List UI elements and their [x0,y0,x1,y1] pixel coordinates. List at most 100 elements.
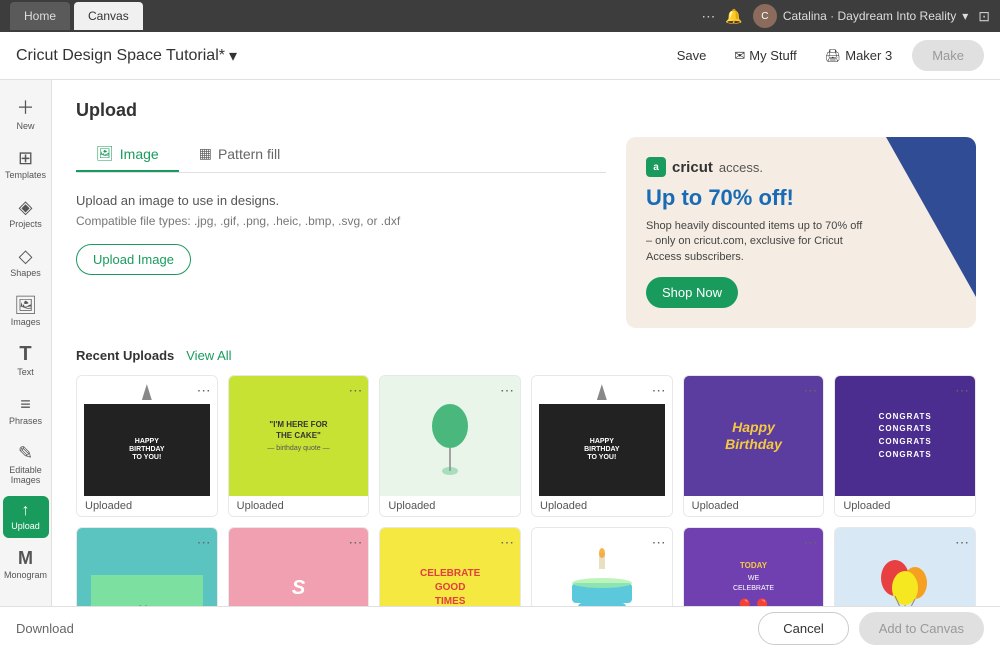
image-tab-label: Image [120,146,159,162]
pattern-tab-icon: ▦ [199,145,212,162]
user-name: Catalina · Daydream Into Reality [783,9,956,23]
make-button[interactable]: Make [912,40,984,71]
item-menu-8[interactable]: ⋯ [348,534,362,551]
more-icon[interactable]: ⋯ [701,8,715,25]
upload-item-2[interactable]: ⋯ "I'M HERE FORTHE CAKE" — birthday quot… [228,375,370,517]
upload-thumb-9: ⋯ celebrategoodtimes [380,528,520,606]
sidebar-label-upload: Upload [11,522,40,532]
monogram-icon: M [18,548,33,569]
sidebar-label-editable-images: Editable Images [7,466,45,486]
projects-icon: ◈ [19,197,33,218]
promo-headline: Up to 70% off! [646,185,956,211]
bottom-bar-right: Cancel Add to Canvas [758,612,984,645]
top-bar-right: ⋯ 🔔 C Catalina · Daydream Into Reality ▾… [701,4,990,28]
sidebar-label-templates: Templates [5,171,46,181]
sidebar-item-monogram[interactable]: M Monogram [3,542,49,587]
upload-thumb-1: ⋯ HAPPYBIRTHDAYTO YOU! [77,376,217,496]
shop-now-button[interactable]: Shop Now [646,277,738,308]
sidebar-item-shapes[interactable]: ◇ Shapes [3,240,49,285]
upload-item-4[interactable]: ⋯ HAPPYBIRTHDAYTO YOU! Uploaded [531,375,673,517]
sidebar-label-images: Images [11,318,41,328]
promo-content: a cricut access. Up to 70% off! Shop hea… [626,137,976,328]
upload-item-9[interactable]: ⋯ celebrategoodtimes Uploaded [379,527,521,606]
upload-item-7[interactable]: ⋯ celebrate Uploaded [76,527,218,606]
sidebar-item-upload[interactable]: ↑ Upload [3,496,49,538]
item-menu-3[interactable]: ⋯ [500,382,514,399]
sidebar-item-images[interactable]: 🖼 Images [3,289,49,334]
upload-thumb-7: ⋯ celebrate [77,528,217,606]
upload-image-button[interactable]: Upload Image [76,244,191,275]
item-menu-12[interactable]: ⋯ [955,534,969,551]
item-menu-2[interactable]: ⋯ [348,382,362,399]
text-icon: T [19,343,31,366]
item-menu-5[interactable]: ⋯ [803,382,817,399]
sidebar-item-templates[interactable]: ⊞ Templates [3,142,49,187]
bell-icon[interactable]: 🔔 [725,8,742,25]
upload-item-5[interactable]: ⋯ HappyBirthday Uploaded [683,375,825,517]
upload-label-3: Uploaded [380,496,520,516]
upload-thumb-11: ⋯ TODAY WECELEBRATE 🎈🎈 [684,528,824,606]
bottom-bar: Download Cancel Add to Canvas [0,606,1000,650]
uploads-grid-row1: ⋯ HAPPYBIRTHDAYTO YOU! Uploaded ⋯ "I'M H… [76,375,976,517]
pattern-tab-label: Pattern fill [218,146,280,162]
upload-thumb-4: ⋯ HAPPYBIRTHDAYTO YOU! [532,376,672,496]
item-menu-11[interactable]: ⋯ [803,534,817,551]
sidebar-label-monogram: Monogram [4,571,47,581]
item-menu-7[interactable]: ⋯ [197,534,211,551]
user-dropdown-icon[interactable]: ▾ [962,9,968,23]
promo-logo: a cricut access. [646,157,956,177]
sidebar-item-text[interactable]: T Text [3,337,49,384]
phrases-icon: ≡ [20,394,31,415]
sidebar-label-projects: Projects [9,220,42,230]
sidebar-item-phrases[interactable]: ≡ Phrases [3,388,49,433]
sidebar-item-editable-images[interactable]: ✎ Editable Images [3,437,49,492]
item-menu-1[interactable]: ⋯ [197,382,211,399]
upload-label-4: Uploaded [532,496,672,516]
project-title-area: Cricut Design Space Tutorial* ▾ [16,46,237,66]
top-bar: Home Canvas ⋯ 🔔 C Catalina · Daydream In… [0,0,1000,32]
content-area: Upload 🖼 Image ▦ Pattern fill Upload an … [52,80,1000,606]
upload-item-8[interactable]: ⋯ S Uploaded [228,527,370,606]
new-icon: ＋ [17,94,35,120]
upload-item-1[interactable]: ⋯ HAPPYBIRTHDAYTO YOU! Uploaded [76,375,218,517]
tab-canvas[interactable]: Canvas [74,2,143,30]
item-menu-9[interactable]: ⋯ [500,534,514,551]
shapes-icon: ◇ [19,246,33,267]
window-controls: ⊡ [978,8,990,25]
sidebar-label-phrases: Phrases [9,417,42,427]
sidebar: ＋ New ⊞ Templates ◈ Projects ◇ Shapes 🖼 … [0,80,52,606]
upload-thumb-3: ⋯ [380,376,520,496]
promo-body: Shop heavily discounted items up to 70% … [646,219,866,265]
upload-label-5: Uploaded [684,496,824,516]
item-menu-6[interactable]: ⋯ [955,382,969,399]
tab-image[interactable]: 🖼 Image [76,137,179,172]
my-stuff-button[interactable]: ✉ My Stuff [726,44,804,68]
tab-pattern-fill[interactable]: ▦ Pattern fill [179,137,300,172]
upload-item-10[interactable]: ⋯ Uploaded [531,527,673,606]
upload-item-6[interactable]: ⋯ CONGRATSCONGRATSCONGRATSCONGRATS Uploa… [834,375,976,517]
upload-thumb-12: ⋯ [835,528,975,606]
upload-thumb-5: ⋯ HappyBirthday [684,376,824,496]
cancel-button[interactable]: Cancel [758,612,848,645]
upload-thumb-6: ⋯ CONGRATSCONGRATSCONGRATSCONGRATS [835,376,975,496]
maker-button[interactable]: 🖨 Maker 3 [817,44,900,68]
project-dropdown-icon[interactable]: ▾ [229,46,237,66]
sidebar-item-new[interactable]: ＋ New [3,88,49,138]
sidebar-item-projects[interactable]: ◈ Projects [3,191,49,236]
view-all-link[interactable]: View All [186,348,231,363]
cricut-logo-text: cricut [672,159,713,176]
item-menu-10[interactable]: ⋯ [652,534,666,551]
upload-item-3[interactable]: ⋯ Uploaded [379,375,521,517]
maker-icon: 🖨 [825,48,842,64]
upload-thumb-8: ⋯ S [229,528,369,606]
upload-item-11[interactable]: ⋯ TODAY WECELEBRATE 🎈🎈 Uploaded [683,527,825,606]
download-button[interactable]: Download [16,621,74,636]
upload-title: Upload [76,100,976,121]
recent-title: Recent Uploads [76,348,174,363]
save-button[interactable]: Save [669,44,715,67]
add-to-canvas-button[interactable]: Add to Canvas [859,612,984,645]
item-menu-4[interactable]: ⋯ [652,382,666,399]
main-layout: ＋ New ⊞ Templates ◈ Projects ◇ Shapes 🖼 … [0,80,1000,606]
upload-item-12[interactable]: ⋯ Uploaded [834,527,976,606]
tab-home[interactable]: Home [10,2,70,30]
